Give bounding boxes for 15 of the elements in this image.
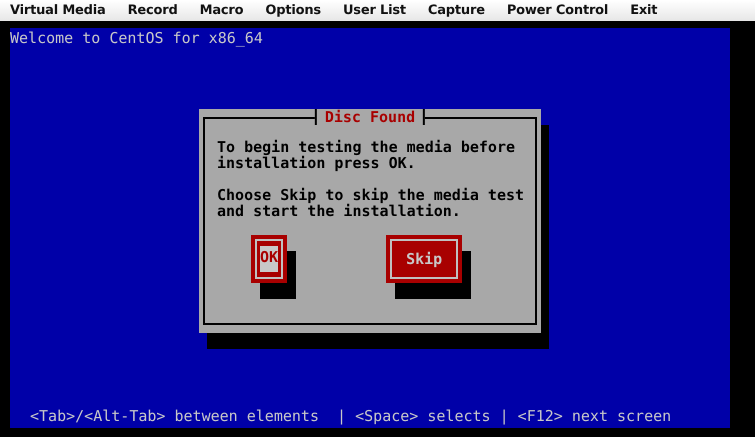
menu-item[interactable]: Exit (630, 3, 658, 18)
dialog-button[interactable]: Skip (386, 235, 462, 283)
status-line: <Tab>/<Alt-Tab> between elements | <Space> selects | <F12> next screen (29, 408, 672, 424)
menu-item[interactable]: Macro (200, 3, 244, 18)
menu-item[interactable]: Options (265, 3, 321, 18)
dialog-button[interactable]: OK (251, 235, 288, 283)
dialog-text: Choose Skip to skip the media test and start the installation. (217, 187, 526, 219)
console-header: Welcome to CentOS for x86_64 (10, 28, 264, 46)
dialog-text: To begin testing the media before installation press OK. (217, 139, 516, 171)
menu-item[interactable]: Record (128, 3, 178, 18)
menu-item[interactable]: User List (342, 3, 406, 18)
menu-item[interactable]: Power Control (506, 3, 608, 18)
menu-item[interactable]: Virtual Media (10, 3, 106, 18)
dialog-title: Disc Found (314, 109, 426, 125)
menu-item[interactable]: Capture (428, 3, 485, 18)
